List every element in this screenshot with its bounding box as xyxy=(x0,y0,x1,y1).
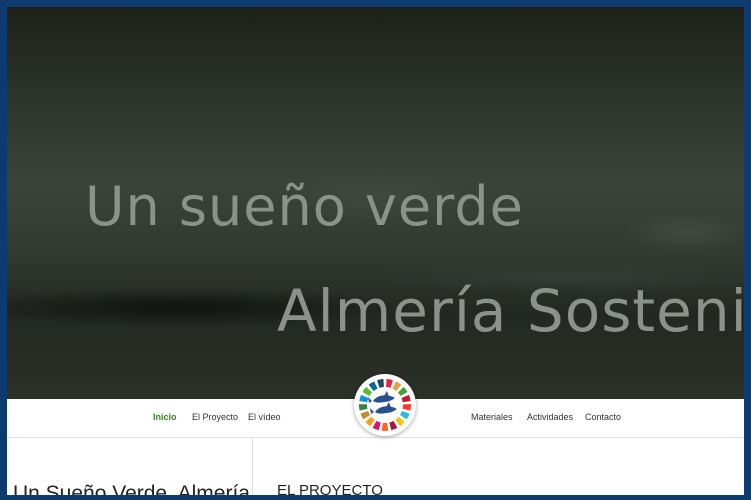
sdg-wheel-segment xyxy=(399,410,410,420)
sdg-wheel-segment xyxy=(377,379,384,388)
nav-item-el-video[interactable]: El vídeo xyxy=(248,412,281,422)
sdg-wheel-segment xyxy=(368,381,378,391)
sdg-wheel-segment xyxy=(397,386,408,397)
column-divider xyxy=(252,438,253,495)
site-logo[interactable] xyxy=(354,374,416,436)
page-frame: Un sueño verde Almería Sostenible Inicio… xyxy=(7,7,744,495)
hero-title-line-2: Almería Sostenible xyxy=(277,277,744,345)
section-title: EL PROYECTO xyxy=(277,482,383,495)
nav-item-inicio[interactable]: Inicio xyxy=(153,412,177,422)
sdg-wheel-segment xyxy=(402,404,412,411)
hero-title-line-1: Un sueño verde xyxy=(85,175,524,238)
sdg-wheel-dolphins-icon xyxy=(358,379,412,432)
hero-banner: Un sueño verde Almería Sostenible xyxy=(7,7,744,399)
content-area: Un Sueño Verde, Almería EL PROYECTO xyxy=(7,438,744,495)
sdg-wheel-segment xyxy=(401,394,411,403)
sdg-wheel-segment xyxy=(389,420,398,431)
sdg-wheel-segment xyxy=(372,420,381,431)
sdg-wheel-segment xyxy=(365,416,375,427)
sdg-wheel-segment xyxy=(362,386,373,397)
sdg-wheel-segment xyxy=(360,410,371,420)
sdg-wheel-segment xyxy=(358,404,368,411)
nav-item-actividades[interactable]: Actividades xyxy=(527,412,573,422)
sdg-wheel-segment xyxy=(392,381,402,391)
sdg-wheel-segment xyxy=(386,379,393,388)
sdg-wheel-segment xyxy=(359,394,369,403)
sdg-wheel-segment xyxy=(381,422,389,432)
site-title: Un Sueño Verde, Almería xyxy=(13,482,250,495)
nav-item-el-proyecto[interactable]: El Proyecto xyxy=(192,412,238,422)
nav-item-contacto[interactable]: Contacto xyxy=(585,412,621,422)
sdg-wheel-segment xyxy=(395,416,405,427)
nav-item-materiales[interactable]: Materiales xyxy=(471,412,513,422)
